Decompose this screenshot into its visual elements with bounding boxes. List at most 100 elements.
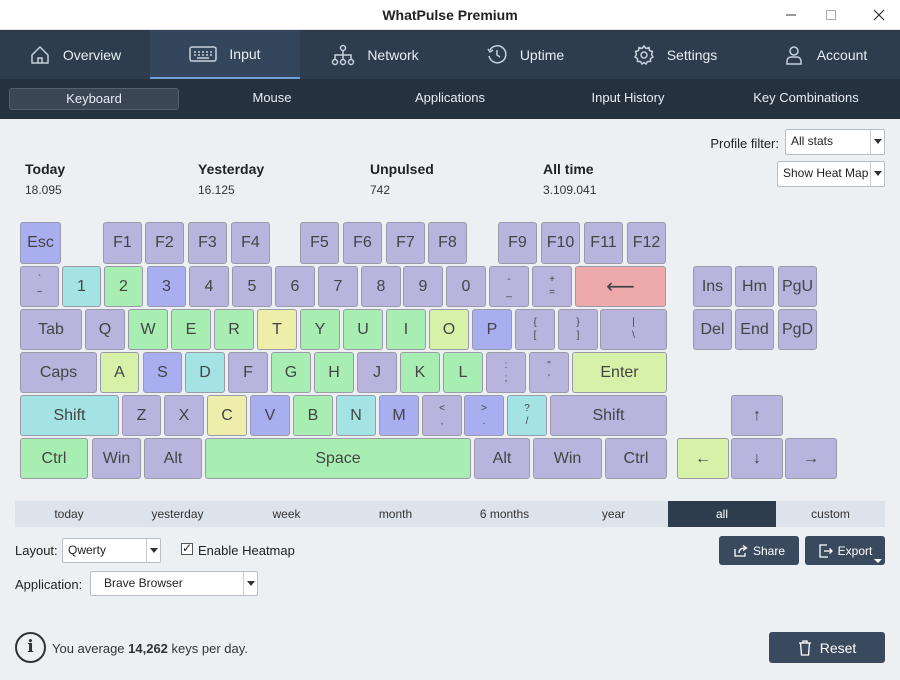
tab-input-label: Input: [229, 45, 261, 62]
key-o: O: [429, 309, 469, 350]
period-today[interactable]: today: [15, 501, 123, 527]
key-s: S: [143, 352, 182, 393]
enable-heatmap-checkbox[interactable]: [181, 541, 193, 555]
key-9: 9: [403, 266, 443, 307]
clock-icon: [487, 44, 507, 64]
period-6-months[interactable]: 6 months: [450, 501, 559, 527]
key-left-bracket-top: {: [533, 317, 537, 328]
key-quote-top: ": [547, 360, 551, 371]
key-c: C: [207, 395, 247, 436]
key-4: 4: [189, 266, 229, 307]
key-page-up: PgU: [778, 266, 817, 307]
reset-button[interactable]: Reset: [769, 632, 885, 663]
key-f6: F6: [343, 222, 382, 264]
key-equals-top: +: [549, 274, 555, 285]
key-f7: F7: [386, 222, 425, 264]
key-left-bracket: { [: [515, 309, 555, 350]
key-q: Q: [85, 309, 125, 350]
period-year[interactable]: year: [559, 501, 668, 527]
key-minus: - _: [489, 266, 529, 307]
info-icon: i: [15, 632, 46, 663]
key-slash-top: ?: [524, 403, 530, 414]
subtab-key-combinations[interactable]: Key Combinations: [721, 88, 891, 110]
heatmap-mode-select[interactable]: Show Heat Map: [777, 161, 885, 187]
period-custom[interactable]: custom: [776, 501, 885, 527]
maximize-button[interactable]: [816, 3, 846, 27]
window-title: WhatPulse Premium: [382, 7, 518, 23]
key-8: 8: [361, 266, 401, 307]
minimize-button[interactable]: [776, 3, 806, 27]
key-comma: < ,: [422, 395, 462, 436]
subtab-input-history[interactable]: Input History: [543, 88, 713, 110]
application-value: Brave Browser: [104, 576, 183, 590]
key-7: 7: [318, 266, 358, 307]
key-left-win: Win: [92, 438, 141, 479]
key-0: 0: [446, 266, 486, 307]
subtab-applications[interactable]: Applications: [365, 88, 535, 110]
heatmap-mode-value: Show Heat Map: [783, 166, 869, 180]
enable-heatmap-label[interactable]: Enable Heatmap: [198, 543, 295, 558]
trash-icon: [798, 639, 811, 656]
key-a: A: [100, 352, 139, 393]
stat-unpulsed: Unpulsed 742: [370, 161, 434, 197]
key-j: J: [357, 352, 397, 393]
tab-overview[interactable]: Overview: [0, 30, 150, 79]
minimize-icon: [786, 14, 796, 16]
key-f11: F11: [584, 222, 623, 264]
key-i: I: [386, 309, 426, 350]
tab-account[interactable]: Account: [750, 30, 900, 79]
export-button[interactable]: Export: [805, 536, 885, 565]
close-icon: [873, 9, 885, 21]
key-page-down: PgD: [778, 309, 817, 350]
key-period: > .: [464, 395, 504, 436]
profile-filter-select[interactable]: All stats: [785, 129, 885, 155]
stat-label: All time: [543, 161, 594, 177]
close-button[interactable]: [864, 3, 894, 27]
key-e: E: [171, 309, 211, 350]
key-backtick-bottom: ~: [36, 287, 43, 298]
reset-label: Reset: [819, 639, 857, 656]
key-quote-bottom: ': [548, 373, 550, 384]
key-x: X: [164, 395, 204, 436]
tab-network[interactable]: Network: [300, 30, 450, 79]
tab-uptime[interactable]: Uptime: [450, 30, 600, 79]
key-tab: Tab: [20, 309, 82, 350]
key-semicolon-bottom: ;: [504, 373, 508, 384]
tab-uptime-label: Uptime: [519, 46, 565, 63]
key-u: U: [343, 309, 383, 350]
key-enter: Enter: [572, 352, 667, 393]
subtab-keyboard[interactable]: Keyboard: [9, 88, 179, 110]
keyboard-panel: Today 18.095 Yesterday 16.125 Unpulsed 7…: [0, 119, 900, 680]
key-slash-bottom: /: [525, 416, 529, 427]
profile-filter-label: Profile filter:: [710, 136, 779, 151]
stat-today: Today 18.095: [25, 161, 65, 197]
key-period-top: >: [481, 403, 487, 414]
subtab-mouse[interactable]: Mouse: [187, 88, 357, 110]
key-quote: " ': [529, 352, 569, 393]
stat-label: Yesterday: [198, 161, 265, 177]
key-w: W: [128, 309, 168, 350]
key-h: H: [314, 352, 354, 393]
key-f1: F1: [103, 222, 142, 264]
application-select[interactable]: Brave Browser: [90, 571, 258, 596]
key-arrow-up: ↑: [731, 395, 783, 436]
key-right-ctrl: Ctrl: [605, 438, 667, 479]
key-right-alt: Alt: [474, 438, 530, 479]
share-label: Share: [752, 543, 786, 558]
share-button[interactable]: Share: [719, 536, 799, 565]
key-left-ctrl: Ctrl: [20, 438, 88, 479]
period-month[interactable]: month: [341, 501, 450, 527]
period-week[interactable]: week: [232, 501, 341, 527]
tab-network-label: Network: [367, 46, 419, 63]
period-all[interactable]: all: [668, 501, 776, 527]
layout-select[interactable]: Qwerty: [62, 538, 161, 563]
tab-settings[interactable]: Settings: [600, 30, 750, 79]
key-g: G: [271, 352, 311, 393]
export-icon: [819, 543, 833, 558]
tab-input[interactable]: Input: [150, 30, 300, 79]
key-6: 6: [275, 266, 315, 307]
period-yesterday[interactable]: yesterday: [123, 501, 232, 527]
key-left-alt: Alt: [144, 438, 202, 479]
key-right-win: Win: [533, 438, 602, 479]
key-esc: Esc: [20, 222, 61, 264]
